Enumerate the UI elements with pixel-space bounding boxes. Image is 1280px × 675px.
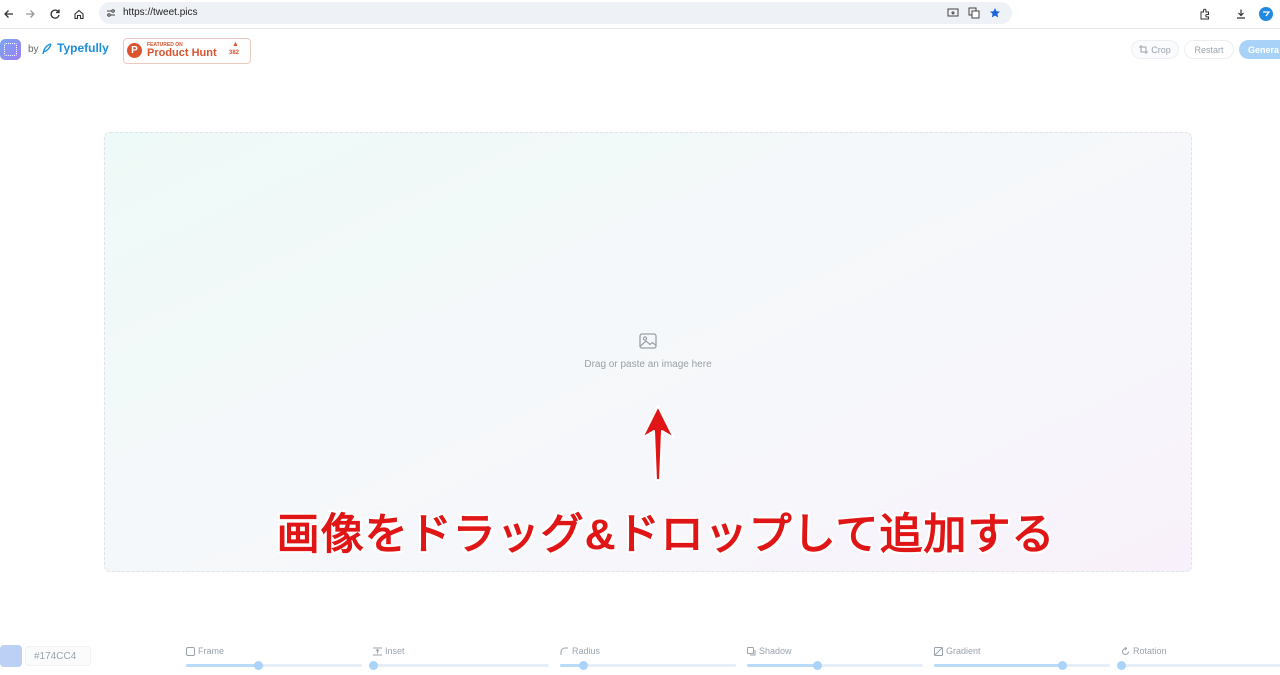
inset-icon bbox=[373, 647, 382, 656]
url-text: https://tweet.pics bbox=[123, 7, 198, 18]
shadow-label-text: Shadow bbox=[759, 646, 792, 656]
home-icon[interactable] bbox=[70, 5, 88, 23]
inset-label-text: Inset bbox=[385, 646, 405, 656]
crop-icon bbox=[1139, 45, 1149, 54]
dropzone-hint: Drag or paste an image here bbox=[584, 359, 712, 370]
gradient-label: Gradient bbox=[934, 646, 981, 656]
frame-slider-handle[interactable] bbox=[254, 661, 264, 670]
producthunt-upvote-count: 382 bbox=[229, 50, 240, 56]
inset-slider-handle[interactable] bbox=[369, 661, 378, 670]
rotation-label-text: Rotation bbox=[1133, 646, 1167, 656]
frame-slider-fill bbox=[186, 664, 259, 667]
profile-avatar-icon[interactable] bbox=[1257, 5, 1275, 23]
producthunt-badge[interactable]: P FEATURED ON Product Hunt ▲ 382 bbox=[123, 38, 251, 64]
rotation-slider-track[interactable] bbox=[1117, 661, 1280, 670]
install-app-icon[interactable] bbox=[945, 5, 961, 21]
generate-button[interactable]: Genera bbox=[1239, 40, 1280, 59]
crop-button[interactable]: Crop bbox=[1131, 40, 1179, 59]
radius-slider-track[interactable] bbox=[560, 661, 736, 670]
gradient-label-text: Gradient bbox=[946, 646, 981, 656]
producthunt-name: Product Hunt bbox=[147, 47, 217, 59]
restart-label: Restart bbox=[1194, 44, 1224, 55]
shadow-slider-fill bbox=[747, 664, 818, 667]
rotation-label: Rotation bbox=[1121, 646, 1167, 656]
typefully-brand-link[interactable]: Typefully bbox=[57, 41, 109, 55]
color-hex-input[interactable]: #174CC4 bbox=[25, 646, 91, 666]
generate-label: Genera bbox=[1248, 44, 1280, 55]
restart-button[interactable]: Restart bbox=[1184, 40, 1234, 59]
frame-slider-control: Frame bbox=[186, 645, 362, 671]
gradient-slider-fill bbox=[934, 664, 1063, 667]
rotation-icon bbox=[1121, 646, 1130, 656]
inset-label: Inset bbox=[373, 646, 405, 656]
extensions-icon[interactable] bbox=[1196, 5, 1214, 23]
site-info-icon[interactable] bbox=[103, 5, 119, 21]
shadow-slider-control: Shadow bbox=[747, 645, 923, 671]
app-logo[interactable] bbox=[0, 39, 21, 60]
feather-icon bbox=[42, 43, 52, 55]
back-icon[interactable] bbox=[0, 5, 18, 23]
frame-icon bbox=[186, 646, 195, 656]
radius-slider-control: Radius bbox=[560, 645, 736, 671]
frame-label-text: Frame bbox=[198, 646, 225, 656]
red-arrow-annotation-icon bbox=[641, 405, 675, 481]
radius-label-text: Radius bbox=[572, 646, 601, 656]
frame-slider-track[interactable] bbox=[186, 661, 362, 670]
gradient-slider-handle[interactable] bbox=[1058, 661, 1068, 670]
shadow-slider-track[interactable] bbox=[747, 661, 923, 670]
annotation-caption: 画像をドラッグ&ドロップして追加する bbox=[276, 511, 1056, 559]
producthunt-logo-icon: P bbox=[127, 43, 142, 58]
radius-slider-handle[interactable] bbox=[578, 661, 588, 670]
shadow-label: Shadow bbox=[747, 646, 792, 656]
inset-slider-track[interactable] bbox=[369, 661, 549, 670]
rotation-slider-control: Rotation bbox=[1117, 645, 1280, 671]
reload-icon[interactable] bbox=[46, 5, 64, 23]
gradient-slider-track[interactable] bbox=[934, 661, 1110, 670]
upvote-triangle-icon: ▲ bbox=[232, 41, 239, 48]
address-bar[interactable]: https://tweet.pics bbox=[99, 2, 1012, 24]
radius-icon bbox=[560, 647, 569, 656]
by-label: by bbox=[28, 44, 39, 55]
browser-toolbar: https://tweet.pics bbox=[0, 0, 1280, 29]
gradient-slider-control: Gradient bbox=[934, 645, 1110, 671]
bookmark-star-icon[interactable] bbox=[987, 5, 1003, 21]
color-swatch[interactable] bbox=[0, 645, 22, 667]
shadow-slider-handle[interactable] bbox=[813, 661, 823, 670]
forward-icon[interactable] bbox=[21, 5, 39, 23]
crop-label: Crop bbox=[1151, 44, 1171, 55]
inset-slider-control: Inset bbox=[369, 645, 549, 671]
rotation-slider-handle[interactable] bbox=[1117, 661, 1126, 670]
gradient-icon bbox=[934, 646, 943, 656]
radius-label: Radius bbox=[560, 646, 600, 656]
download-icon[interactable] bbox=[1232, 5, 1250, 23]
translate-icon[interactable] bbox=[966, 5, 982, 21]
shadow-icon bbox=[747, 646, 756, 656]
frame-label: Frame bbox=[186, 646, 224, 656]
image-placeholder-icon bbox=[639, 333, 657, 349]
